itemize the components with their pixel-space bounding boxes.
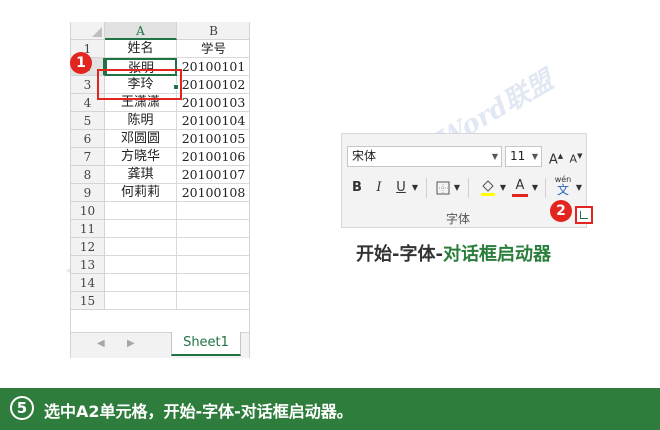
sheet-tab-bar: ◀ ▶ Sheet1 bbox=[71, 332, 249, 358]
caption-part2: 对话框启动器 bbox=[442, 244, 551, 265]
cell[interactable]: 20100102 bbox=[177, 76, 249, 94]
select-all-corner[interactable] bbox=[71, 22, 105, 40]
font-size-value: 11 bbox=[510, 149, 526, 163]
row-header[interactable]: 12 bbox=[71, 238, 105, 256]
font-name-select[interactable]: 宋体 ▼ bbox=[347, 146, 502, 167]
chevron-down-icon: ▼ bbox=[491, 152, 498, 161]
fill-color-button[interactable] bbox=[478, 178, 498, 198]
shrink-font-icon: A bbox=[569, 152, 578, 166]
bold-button[interactable]: B bbox=[348, 178, 366, 198]
table-row: 15 bbox=[71, 292, 249, 310]
cell[interactable]: 方晓华 bbox=[105, 148, 177, 166]
paint-bucket-icon bbox=[481, 180, 495, 196]
separator bbox=[545, 178, 546, 198]
chevron-down-icon[interactable]: ▼ bbox=[410, 178, 420, 198]
cell[interactable]: 姓名 bbox=[105, 40, 177, 58]
grow-font-icon: A bbox=[548, 152, 558, 168]
font-group-label: 字体 bbox=[445, 212, 470, 226]
cell[interactable] bbox=[177, 292, 249, 310]
cell[interactable] bbox=[105, 238, 177, 256]
step-badge-1: 1 bbox=[70, 52, 92, 74]
separator bbox=[468, 178, 469, 198]
chevron-down-icon[interactable]: ▼ bbox=[530, 178, 540, 198]
table-row: 13 bbox=[71, 256, 249, 274]
cell[interactable]: 20100107 bbox=[177, 166, 249, 184]
cell[interactable]: 何莉莉 bbox=[105, 184, 177, 202]
phonetic-guide-button[interactable]: wén 文 bbox=[552, 174, 574, 202]
chevron-down-icon[interactable]: ▼ bbox=[498, 178, 508, 198]
row-header[interactable]: 7 bbox=[71, 148, 105, 166]
table-row: 9 何莉莉 20100108 bbox=[71, 184, 249, 202]
cell[interactable] bbox=[177, 238, 249, 256]
phonetic-icon: 文 bbox=[556, 183, 569, 197]
row-header[interactable]: 5 bbox=[71, 112, 105, 130]
borders-icon bbox=[436, 181, 450, 195]
font-color-button[interactable]: A bbox=[512, 178, 528, 198]
sheet-tab-sheet1[interactable]: Sheet1 bbox=[171, 332, 241, 356]
cell[interactable]: 20100103 bbox=[177, 94, 249, 112]
chevron-down-icon[interactable]: ▼ bbox=[452, 178, 462, 198]
cell[interactable]: 20100101 bbox=[177, 58, 249, 76]
row-header[interactable]: 13 bbox=[71, 256, 105, 274]
cell[interactable] bbox=[177, 274, 249, 292]
cell[interactable]: 邓圆圆 bbox=[105, 130, 177, 148]
row-header[interactable]: 14 bbox=[71, 274, 105, 292]
table-row: 10 bbox=[71, 202, 249, 220]
footer-bar: 5 选中A2单元格，开始-字体-对话框启动器。 bbox=[0, 388, 660, 430]
step-number: 5 bbox=[10, 396, 34, 420]
font-size-select[interactable]: 11 ▼ bbox=[505, 146, 542, 167]
font-color-icon: A bbox=[515, 178, 525, 193]
step-badge-2: 2 bbox=[550, 200, 572, 222]
dialog-launcher-icon bbox=[580, 211, 588, 219]
grow-font-button[interactable]: A▲ bbox=[548, 146, 564, 168]
highlight-box-a2 bbox=[97, 69, 182, 100]
cell[interactable]: 龚琪 bbox=[105, 166, 177, 184]
row-header[interactable]: 8 bbox=[71, 166, 105, 184]
cell[interactable] bbox=[177, 220, 249, 238]
cell[interactable] bbox=[105, 292, 177, 310]
cell[interactable]: 学号 bbox=[177, 40, 249, 58]
column-header-b[interactable]: B bbox=[177, 22, 249, 40]
table-row: 6 邓圆圆 20100105 bbox=[71, 130, 249, 148]
table-row: 11 bbox=[71, 220, 249, 238]
caption-part1: 开始-字体- bbox=[356, 244, 443, 265]
column-header-a[interactable]: A bbox=[105, 22, 177, 40]
footer-instruction: 选中A2单元格，开始-字体-对话框启动器。 bbox=[44, 402, 353, 421]
chevron-down-icon: ▼ bbox=[531, 152, 538, 161]
cell[interactable] bbox=[177, 256, 249, 274]
chevron-down-icon[interactable]: ▼ bbox=[574, 178, 584, 198]
row-header[interactable]: 6 bbox=[71, 130, 105, 148]
cell[interactable]: 20100104 bbox=[177, 112, 249, 130]
font-name-value: 宋体 bbox=[352, 149, 377, 163]
table-row: 1 姓名 学号 bbox=[71, 40, 249, 58]
row-header[interactable]: 9 bbox=[71, 184, 105, 202]
cell[interactable] bbox=[105, 220, 177, 238]
cell[interactable] bbox=[177, 202, 249, 220]
cell[interactable]: 陈明 bbox=[105, 112, 177, 130]
row-header[interactable]: 10 bbox=[71, 202, 105, 220]
borders-button[interactable] bbox=[434, 178, 452, 198]
prev-sheet-icon[interactable]: ◀ bbox=[97, 338, 105, 349]
column-header-row: A B bbox=[71, 22, 249, 40]
table-row: 5 陈明 20100104 bbox=[71, 112, 249, 130]
table-row: 14 bbox=[71, 274, 249, 292]
underline-button[interactable]: U bbox=[392, 178, 410, 198]
italic-button[interactable]: I bbox=[370, 178, 388, 198]
cell[interactable] bbox=[105, 256, 177, 274]
shrink-font-button[interactable]: A▼ bbox=[568, 146, 584, 166]
instruction-caption: 开始-字体-对话框启动器 bbox=[356, 240, 551, 266]
cell[interactable]: 20100108 bbox=[177, 184, 249, 202]
cell[interactable] bbox=[105, 202, 177, 220]
table-row: 12 bbox=[71, 238, 249, 256]
row-header[interactable]: 11 bbox=[71, 220, 105, 238]
table-row: 7 方晓华 20100106 bbox=[71, 148, 249, 166]
cell[interactable]: 20100106 bbox=[177, 148, 249, 166]
separator bbox=[426, 178, 427, 198]
font-dialog-launcher-button[interactable] bbox=[575, 206, 593, 224]
cell[interactable] bbox=[105, 274, 177, 292]
next-sheet-icon[interactable]: ▶ bbox=[127, 338, 135, 349]
cell[interactable]: 20100105 bbox=[177, 130, 249, 148]
table-row: 8 龚琪 20100107 bbox=[71, 166, 249, 184]
row-header[interactable]: 15 bbox=[71, 292, 105, 310]
